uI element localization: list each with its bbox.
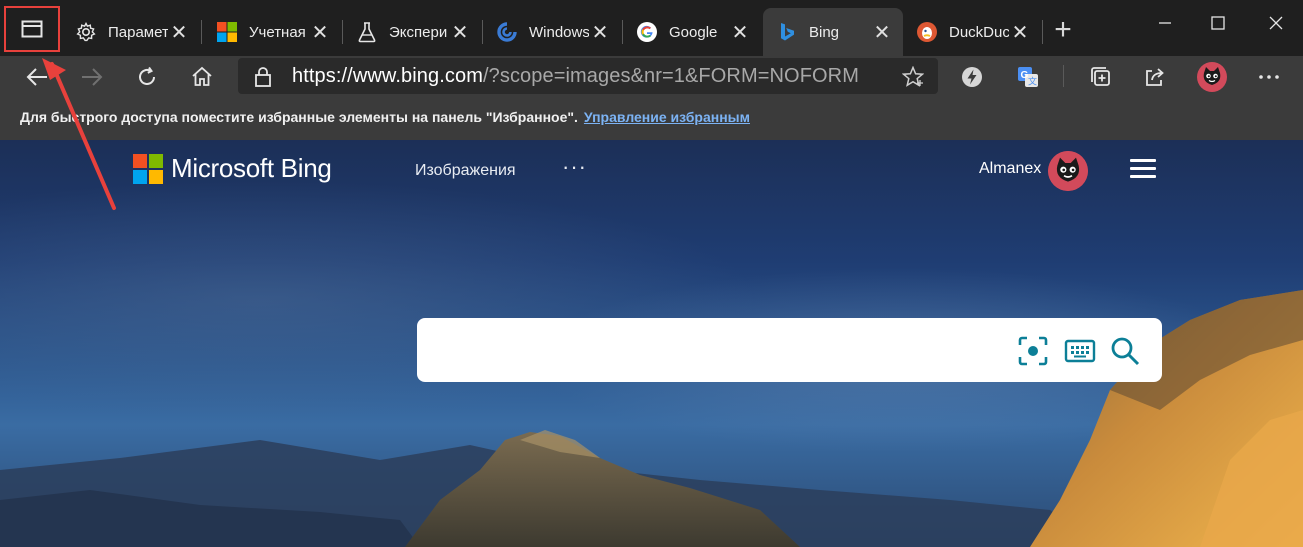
logo-text: Microsoft Bing (171, 153, 332, 183)
tab-actions-menu-button[interactable] (4, 6, 60, 52)
lock-icon[interactable] (254, 66, 272, 92)
google-icon (635, 20, 659, 44)
address-bar[interactable]: https://www.bing.com/?scope=images&nr=1&… (238, 58, 938, 94)
close-icon[interactable]: ✕ (449, 20, 471, 45)
search-input[interactable] (435, 334, 999, 368)
user-name-link[interactable]: Almanex (979, 160, 1041, 178)
tab-bing[interactable]: Bing ✕ (763, 8, 903, 56)
avatar (1197, 62, 1227, 92)
bing-icon (775, 20, 799, 44)
tab-title: DuckDuc (949, 23, 1009, 41)
flask-icon (355, 20, 379, 44)
lightning-icon (962, 67, 982, 87)
profile-button[interactable] (1196, 61, 1228, 93)
hamburger-menu-icon[interactable] (1130, 159, 1156, 179)
tab-account[interactable]: Учетная ✕ (203, 8, 341, 56)
close-icon (1269, 16, 1283, 30)
favorite-star-icon[interactable] (901, 65, 925, 92)
performance-extension-button[interactable] (956, 61, 988, 93)
tab-title: Windows (529, 23, 589, 41)
avatar[interactable] (1048, 151, 1088, 191)
forward-button[interactable] (76, 61, 108, 93)
bing-homepage: Microsoft Bing Изображения ··· Almanex (0, 140, 1303, 547)
tab-title: Экспери (389, 23, 448, 41)
tab-divider (1042, 20, 1043, 44)
google-translate-icon: G文 (1018, 67, 1038, 87)
duckduckgo-icon (915, 20, 939, 44)
home-button[interactable] (186, 61, 218, 93)
tab-duckduckgo[interactable]: DuckDuc ✕ (903, 8, 1041, 56)
maximize-button[interactable] (1198, 8, 1238, 38)
home-icon (192, 66, 212, 86)
refresh-button[interactable] (131, 61, 163, 93)
url-host: https://www.bing.com (292, 65, 483, 87)
tab-strip: Парамет ✕ Учетная ✕ Экспери ✕ Windows ✕ … (0, 0, 1303, 58)
more-horizontal-icon (1259, 75, 1279, 79)
visual-search-icon[interactable] (1016, 334, 1050, 368)
share-icon (1146, 68, 1164, 86)
arrow-right-icon (82, 68, 103, 86)
tab-title: Учетная (249, 23, 306, 41)
close-window-button[interactable] (1256, 8, 1296, 38)
tab-title: Bing (809, 23, 840, 41)
share-button[interactable] (1139, 61, 1171, 93)
arrow-left-icon (26, 68, 47, 86)
microsoft-logo-icon (133, 153, 163, 184)
navigation-toolbar: https://www.bing.com/?scope=images&nr=1&… (0, 56, 1303, 98)
search-box (417, 318, 1162, 382)
tab-title: Google (669, 23, 718, 41)
favorites-bar-message-row: Для быстрого доступа поместите избранные… (20, 109, 750, 125)
svg-text:文: 文 (1028, 76, 1037, 87)
nav-more-button[interactable]: ··· (562, 154, 587, 180)
tab-settings[interactable]: Парамет ✕ (62, 8, 200, 56)
manage-favorites-link[interactable]: Управление избранным (584, 109, 750, 125)
microsoft-bing-logo[interactable]: Microsoft Bing (133, 153, 332, 184)
close-icon[interactable]: ✕ (871, 20, 893, 45)
close-icon[interactable]: ✕ (168, 20, 190, 45)
translate-extension-button[interactable]: G文 (1012, 61, 1044, 93)
microsoft-logo-icon (215, 20, 239, 44)
tab-divider (201, 20, 202, 44)
close-icon[interactable]: ✕ (729, 20, 751, 45)
windows-site-icon (495, 20, 519, 44)
new-tab-button[interactable]: + (1047, 14, 1079, 48)
tab-google[interactable]: Google ✕ (623, 8, 761, 56)
close-icon[interactable]: ✕ (589, 20, 611, 45)
settings-more-button[interactable] (1253, 61, 1285, 93)
collections-button[interactable] (1085, 61, 1117, 93)
search-icon[interactable] (1108, 334, 1142, 368)
collections-icon (1091, 67, 1110, 86)
nav-images-link[interactable]: Изображения (415, 162, 516, 180)
favorites-bar: Для быстрого доступа поместите избранные… (0, 98, 1303, 140)
keyboard-icon[interactable] (1063, 334, 1097, 368)
vertical-tabs-icon (21, 20, 43, 38)
tab-windows[interactable]: Windows ✕ (483, 8, 621, 56)
gear-icon (74, 20, 98, 44)
maximize-icon (1211, 16, 1225, 30)
close-icon[interactable]: ✕ (309, 20, 331, 45)
refresh-icon (139, 66, 155, 85)
close-icon[interactable]: ✕ (1009, 20, 1031, 45)
tab-title: Парамет (108, 23, 168, 41)
url-text: https://www.bing.com/?scope=images&nr=1&… (292, 65, 859, 88)
url-path: /?scope=images&nr=1&FORM=NOFORM (482, 65, 859, 87)
minimize-icon (1159, 22, 1171, 24)
tab-experiments[interactable]: Экспери ✕ (343, 8, 481, 56)
back-button[interactable] (21, 61, 53, 93)
minimize-button[interactable] (1145, 8, 1185, 38)
favorites-bar-message: Для быстрого доступа поместите избранные… (20, 109, 578, 125)
toolbar-divider (1063, 65, 1064, 87)
